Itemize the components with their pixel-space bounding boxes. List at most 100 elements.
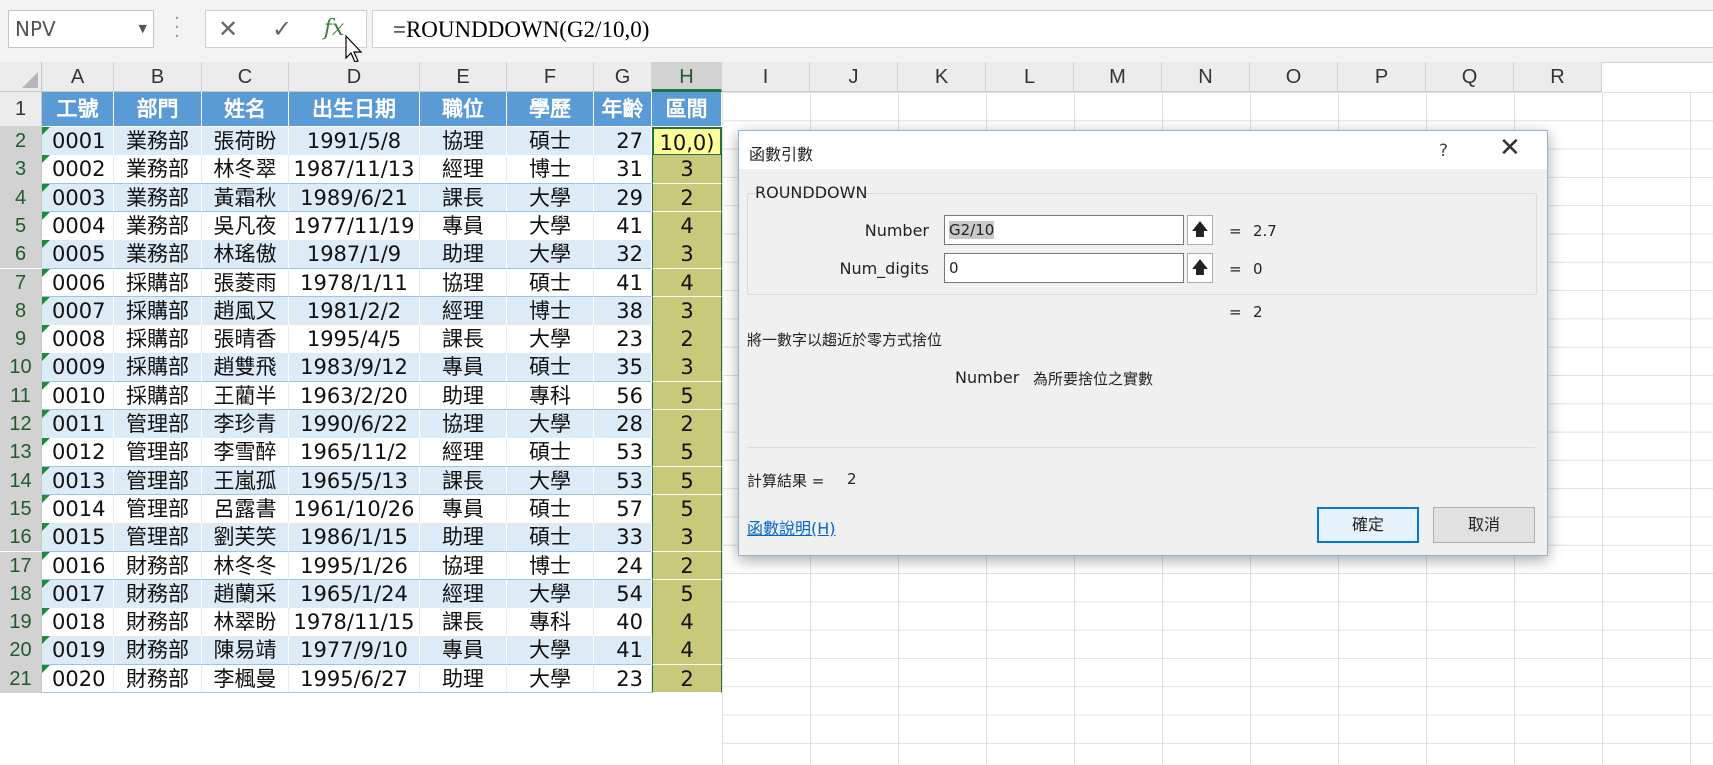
column-header-k[interactable]: K	[898, 62, 986, 92]
cell-age[interactable]: 33	[594, 523, 652, 552]
cell-position[interactable]: 專員	[420, 494, 507, 524]
cell-birth-date[interactable]: 1977/11/19	[289, 211, 420, 241]
cell-interval[interactable]: 2	[652, 183, 722, 213]
cell-interval[interactable]: 3	[652, 296, 722, 326]
cell-name[interactable]: 黃霜秋	[202, 183, 289, 213]
cell-interval[interactable]: 2	[652, 551, 722, 581]
column-header-c[interactable]: C	[202, 62, 289, 92]
cell-department[interactable]: 採購部	[114, 381, 202, 411]
cell-age[interactable]: 56	[594, 381, 652, 411]
column-header-q[interactable]: Q	[1426, 62, 1514, 92]
cell-interval[interactable]: 3	[652, 155, 722, 185]
formula-input[interactable]: =ROUNDDOWN(G2/10,0)	[372, 10, 1713, 48]
cell-education[interactable]: 碩士	[507, 268, 594, 298]
error-indicator-icon[interactable]	[42, 494, 50, 503]
cell-age[interactable]: 24	[594, 551, 652, 581]
error-indicator-icon[interactable]	[42, 296, 50, 305]
error-indicator-icon[interactable]	[42, 211, 50, 220]
collapse-dialog-icon[interactable]: 🡅	[1187, 253, 1213, 283]
row-header-1[interactable]: 1	[0, 92, 42, 127]
cell-birth-date[interactable]: 1987/11/13	[289, 155, 420, 185]
error-indicator-icon[interactable]	[42, 579, 50, 588]
error-indicator-icon[interactable]	[42, 438, 50, 447]
cell-department[interactable]: 管理部	[114, 466, 202, 496]
cell-interval[interactable]: 4	[652, 636, 722, 666]
cancel-icon[interactable]: ✕	[206, 13, 250, 45]
cell-interval[interactable]: 4	[652, 268, 722, 298]
column-header-b[interactable]: B	[114, 62, 202, 92]
cell-position[interactable]: 助理	[420, 664, 507, 694]
cell-id[interactable]: 0003	[42, 183, 114, 213]
row-header-21[interactable]: 21	[0, 664, 42, 693]
cell-birth-date[interactable]: 1965/5/13	[289, 466, 420, 496]
row-header-20[interactable]: 20	[0, 636, 42, 665]
cell-age[interactable]: 23	[594, 664, 652, 694]
cell-id[interactable]: 0016	[42, 551, 114, 581]
table-header-cell[interactable]: 部門	[114, 92, 202, 127]
column-header-j[interactable]: J	[810, 62, 898, 92]
cell-name[interactable]: 趙雙飛	[202, 353, 289, 383]
cell-birth-date[interactable]: 1983/9/12	[289, 353, 420, 383]
error-indicator-icon[interactable]	[42, 127, 50, 135]
cell-education[interactable]: 博士	[507, 155, 594, 185]
cell-department[interactable]: 財務部	[114, 636, 202, 666]
cell-age[interactable]: 38	[594, 296, 652, 326]
cell-education[interactable]: 大學	[507, 183, 594, 213]
cell-department[interactable]: 財務部	[114, 551, 202, 581]
cell-name[interactable]: 張菱雨	[202, 268, 289, 298]
cell-education[interactable]: 大學	[507, 325, 594, 354]
row-header-14[interactable]: 14	[0, 466, 42, 495]
cell-education[interactable]: 大學	[507, 466, 594, 496]
more-options-icon[interactable]: · · ·	[174, 10, 180, 46]
cell-name[interactable]: 劉芙笑	[202, 523, 289, 552]
cell-age[interactable]: 35	[594, 353, 652, 383]
cell-birth-date[interactable]: 1977/9/10	[289, 636, 420, 666]
error-indicator-icon[interactable]	[42, 636, 50, 645]
cell-name[interactable]: 王嵐孤	[202, 466, 289, 496]
cell-education[interactable]: 碩士	[507, 523, 594, 552]
column-header-i[interactable]: I	[722, 62, 810, 92]
cell-interval[interactable]: 10,0)	[652, 127, 722, 156]
cell-birth-date[interactable]: 1990/6/22	[289, 410, 420, 439]
cell-age[interactable]: 53	[594, 438, 652, 468]
cell-department[interactable]: 採購部	[114, 353, 202, 383]
cell-id[interactable]: 0005	[42, 240, 114, 269]
cell-id[interactable]: 0012	[42, 438, 114, 468]
cell-education[interactable]: 碩士	[507, 353, 594, 383]
column-header-l[interactable]: L	[986, 62, 1074, 92]
cell-birth-date[interactable]: 1961/10/26	[289, 494, 420, 524]
cell-department[interactable]: 管理部	[114, 523, 202, 552]
column-header-d[interactable]: D	[289, 62, 420, 92]
cell-name[interactable]: 張荷盼	[202, 127, 289, 156]
column-header-p[interactable]: P	[1338, 62, 1426, 92]
cell-id[interactable]: 0002	[42, 155, 114, 185]
error-indicator-icon[interactable]	[42, 183, 50, 192]
cell-id[interactable]: 0008	[42, 325, 114, 354]
table-header-cell[interactable]: 工號	[42, 92, 114, 127]
cell-education[interactable]: 碩士	[507, 494, 594, 524]
cell-name[interactable]: 張晴香	[202, 325, 289, 354]
cell-id[interactable]: 0013	[42, 466, 114, 496]
cell-position[interactable]: 助理	[420, 381, 507, 411]
cell-age[interactable]: 41	[594, 211, 652, 241]
cell-id[interactable]: 0007	[42, 296, 114, 326]
function-help-link[interactable]: 函數說明(H)	[747, 515, 836, 539]
error-indicator-icon[interactable]	[42, 325, 50, 334]
row-header-19[interactable]: 19	[0, 608, 42, 637]
cell-age[interactable]: 41	[594, 636, 652, 666]
cell-education[interactable]: 碩士	[507, 127, 594, 156]
cell-interval[interactable]: 5	[652, 466, 722, 496]
row-header-11[interactable]: 11	[0, 381, 42, 410]
cell-interval[interactable]: 5	[652, 381, 722, 411]
table-header-cell[interactable]: 學歷	[507, 92, 594, 127]
column-header-f[interactable]: F	[507, 62, 594, 92]
cell-id[interactable]: 0018	[42, 608, 114, 637]
row-header-2[interactable]: 2	[0, 127, 42, 156]
cell-education[interactable]: 大學	[507, 211, 594, 241]
row-header-5[interactable]: 5	[0, 211, 42, 241]
cell-name[interactable]: 林瑤傲	[202, 240, 289, 269]
row-header-4[interactable]: 4	[0, 183, 42, 212]
cell-department[interactable]: 管理部	[114, 438, 202, 468]
cell-interval[interactable]: 2	[652, 325, 722, 354]
cell-position[interactable]: 經理	[420, 438, 507, 468]
